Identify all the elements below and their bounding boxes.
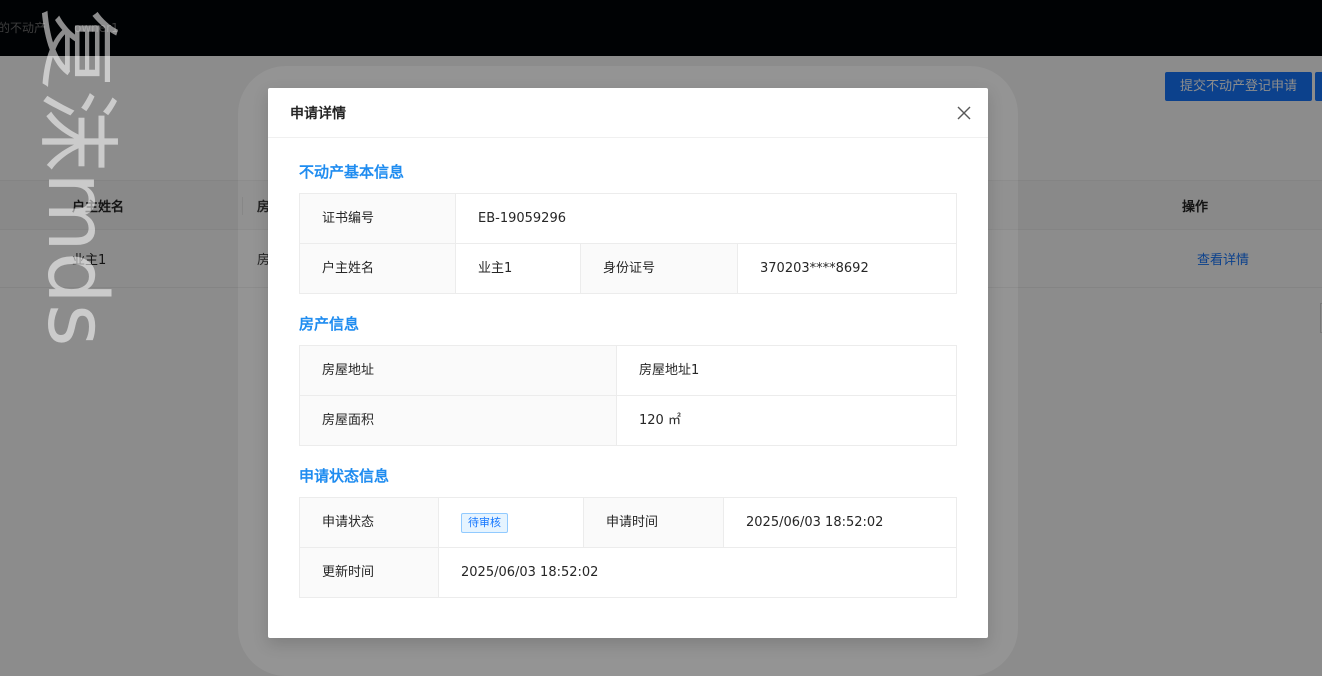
label-house-address: 房屋地址: [300, 346, 617, 395]
row-address: 房屋地址 房屋地址1: [300, 346, 956, 396]
value-house-area: 120 ㎡: [639, 413, 681, 428]
value-owner-name: 业主1: [456, 244, 581, 293]
label-update-time: 更新时间: [300, 548, 439, 597]
section-title-basic-info: 不动产基本信息: [299, 163, 405, 181]
value-certificate-number: EB-19059296: [478, 211, 566, 226]
property-info-table: 房屋地址 房屋地址1 房屋面积 120 ㎡: [299, 345, 957, 446]
modal-header: 申请详情: [268, 88, 988, 138]
label-house-area: 房屋面积: [300, 396, 617, 445]
basic-info-table: 证书编号 EB-19059296 户主姓名 业主1 身份证号 370203***…: [299, 193, 957, 294]
row-status: 申请状态 待审核 申请时间 2025/06/03 18:52:02: [300, 498, 956, 548]
status-info-table: 申请状态 待审核 申请时间 2025/06/03 18:52:02 更新时间 2…: [299, 497, 957, 598]
application-details-modal: 申请详情 不动产基本信息 证书编号 EB-19059296 户主姓名 业主1 身…: [268, 88, 988, 638]
row-area: 房屋面积 120 ㎡: [300, 396, 956, 445]
status-badge: 待审核: [461, 512, 508, 533]
section-title-property-info: 房产信息: [299, 315, 360, 333]
section-title-status-info: 申请状态信息: [299, 467, 390, 485]
value-update-time: 2025/06/03 18:52:02: [461, 565, 599, 580]
modal-title: 申请详情: [290, 106, 346, 122]
row-certificate: 证书编号 EB-19059296: [300, 194, 956, 244]
row-update-time: 更新时间 2025/06/03 18:52:02: [300, 548, 956, 597]
label-apply-time: 申请时间: [584, 498, 724, 547]
row-owner-id: 户主姓名 业主1 身份证号 370203****8692: [300, 244, 956, 293]
label-certificate-number: 证书编号: [300, 194, 456, 243]
label-application-status: 申请状态: [300, 498, 439, 547]
label-id-number: 身份证号: [581, 244, 738, 293]
value-apply-time: 2025/06/03 18:52:02: [746, 515, 884, 530]
value-house-address: 房屋地址1: [639, 363, 700, 378]
value-application-status: 待审核: [439, 498, 584, 547]
label-owner-name: 户主姓名: [300, 244, 456, 293]
watermark-text: 复沫mds: [29, 8, 124, 347]
value-id-number: 370203****8692: [760, 261, 869, 276]
close-icon[interactable]: [954, 103, 974, 123]
